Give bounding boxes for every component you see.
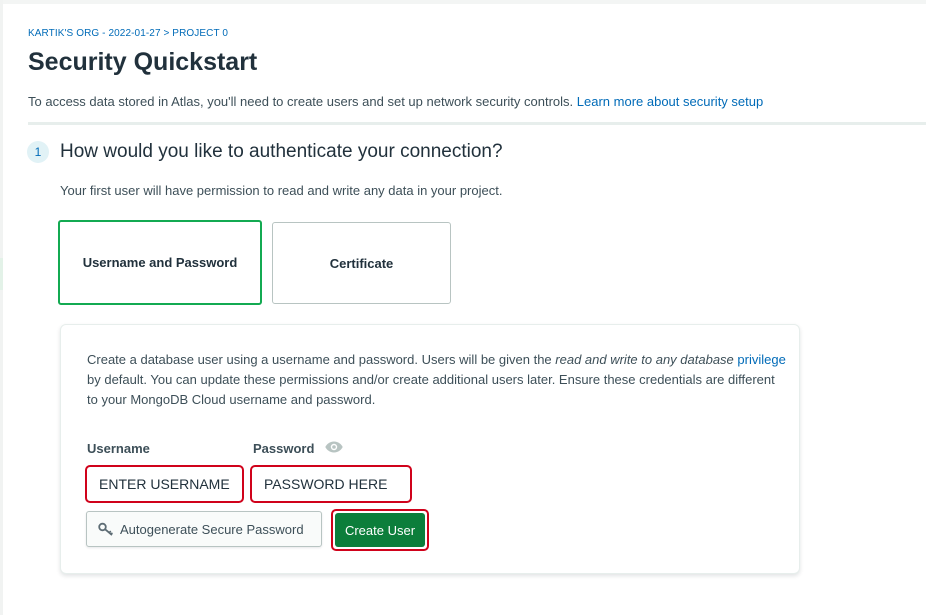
breadcrumb[interactable]: KARTIK'S ORG - 2022-01-27 > PROJECT 0	[28, 28, 228, 39]
step-title: How would you like to authenticate your …	[60, 141, 503, 162]
create-user-panel: Create a database user using a username …	[60, 324, 800, 574]
top-bar	[0, 0, 926, 4]
auth-option-label: Username and Password	[82, 255, 238, 270]
intro-description: To access data stored in Atlas, you'll n…	[28, 94, 574, 109]
header-divider	[28, 122, 926, 125]
intro-text: To access data stored in Atlas, you'll n…	[28, 94, 763, 109]
panel-description: Create a database user using a username …	[87, 350, 787, 410]
panel-text-italic: read and write to any database	[555, 352, 734, 367]
auth-option-username-password[interactable]: Username and Password	[58, 220, 262, 305]
privilege-link[interactable]: privilege	[737, 352, 785, 367]
key-icon	[98, 522, 113, 536]
password-field-outline	[250, 465, 412, 503]
password-input[interactable]	[252, 467, 410, 501]
password-label: Password	[253, 441, 315, 456]
panel-text-part-1: Create a database user using a username …	[87, 352, 552, 367]
username-input[interactable]	[87, 467, 242, 501]
step-description: Your first user will have permission to …	[60, 183, 503, 198]
panel-text-part-2: by default. You can update these permiss…	[87, 372, 775, 407]
eye-icon[interactable]	[325, 441, 343, 453]
auth-option-label: Certificate	[329, 255, 394, 271]
left-sidebar-active-marker	[0, 258, 3, 290]
username-field-outline	[85, 465, 244, 503]
security-setup-link[interactable]: Learn more about security setup	[577, 94, 763, 109]
auth-option-certificate[interactable]: Certificate	[272, 222, 451, 304]
page-title: Security Quickstart	[28, 48, 258, 76]
create-user-button[interactable]: Create User	[335, 513, 425, 547]
username-label: Username	[87, 441, 150, 456]
left-sidebar-edge	[0, 0, 3, 615]
autogenerate-password-button[interactable]: Autogenerate Secure Password	[86, 511, 322, 547]
step-number-badge: 1	[27, 141, 49, 163]
create-user-button-outline: Create User	[331, 509, 429, 551]
autogenerate-button-label: Autogenerate Secure Password	[120, 521, 304, 537]
